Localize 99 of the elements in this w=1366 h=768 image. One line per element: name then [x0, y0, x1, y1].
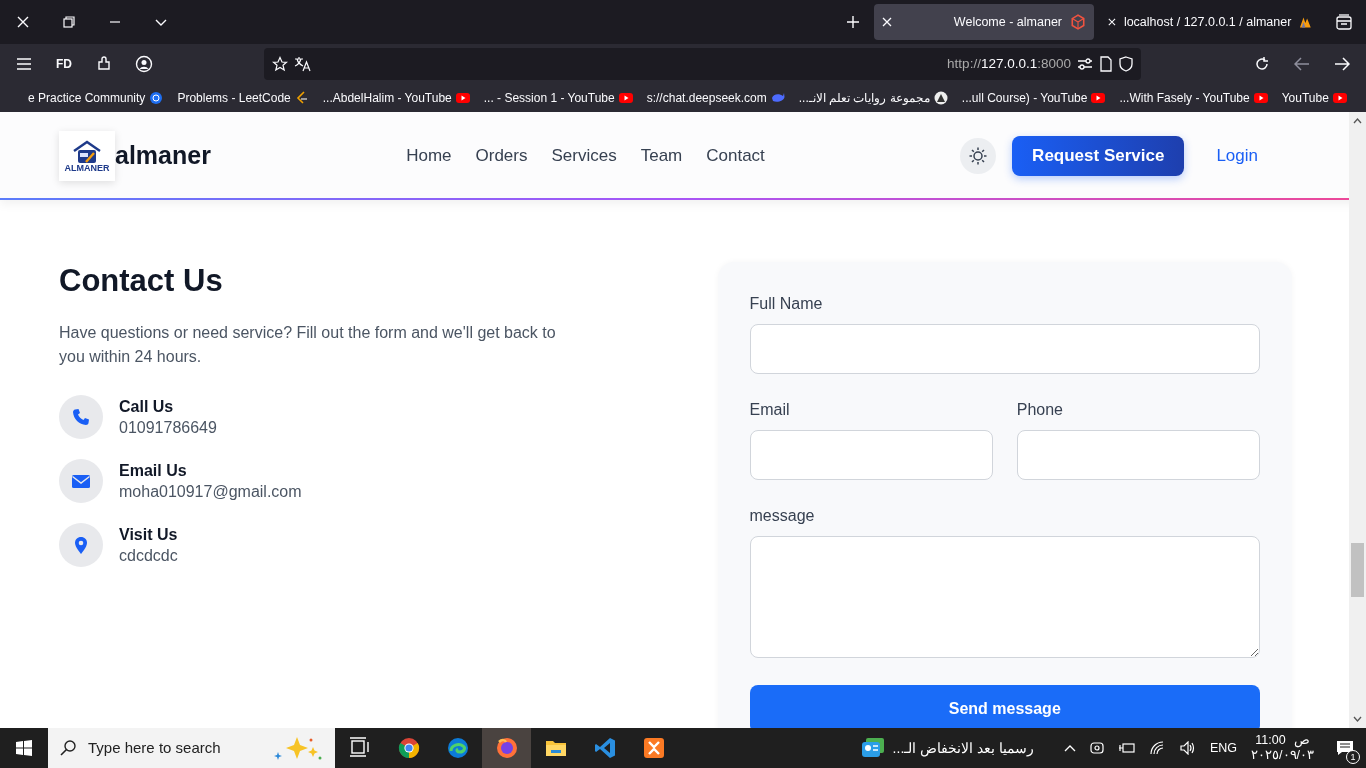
brand-name: almaner — [115, 140, 211, 172]
browser-tab[interactable]: Welcome - almaner — [874, 4, 1094, 40]
input-field[interactable] — [749, 324, 1260, 374]
taskbar-search-field[interactable]: Type here to search — [48, 728, 335, 768]
xampp-icon — [642, 737, 665, 759]
sail-icon — [1299, 14, 1312, 30]
restore-icon — [63, 16, 75, 28]
envelope-icon — [71, 472, 91, 490]
scrollbar-thumb[interactable] — [1351, 543, 1364, 597]
back-icon — [1294, 57, 1310, 71]
news-widget[interactable]: رسميا بعد الانخفاض الـ... — [860, 737, 1034, 759]
document-icon — [1099, 56, 1113, 72]
play-icon — [1253, 91, 1268, 105]
browser-tab[interactable]: localhost / 127.0.0.1 / almaner — [1100, 4, 1320, 40]
page-heading: Contact Us — [59, 262, 224, 300]
field-label: Phone — [1016, 400, 1064, 420]
nav-link[interactable]: Contact — [706, 143, 765, 169]
language-indicator[interactable]: ENG — [1209, 738, 1238, 758]
code-icon — [294, 91, 309, 105]
chevron-up-icon — [1063, 744, 1076, 752]
play-icon — [1332, 91, 1347, 105]
globe-icon — [149, 91, 164, 105]
field-label: message — [749, 506, 816, 526]
contact-label: Visit Us — [119, 525, 178, 546]
clock-date: ٢٠٢٥/٠٩/٠٣ — [1251, 748, 1314, 763]
camera-icon — [1089, 740, 1104, 756]
contact-label: Call Us — [119, 397, 175, 418]
input-field[interactable] — [749, 430, 993, 480]
map-pin-icon — [74, 535, 88, 555]
play-icon — [1091, 91, 1106, 105]
field-label: Email — [749, 400, 791, 420]
play-icon — [455, 91, 470, 105]
bookmark[interactable]: ...With Fasely - YouTube — [1119, 89, 1268, 107]
sparkle-icon — [273, 735, 323, 761]
contact-value: moha010917@gmail.com — [119, 482, 302, 503]
task-view-icon — [348, 737, 371, 759]
clock-period: ص — [1293, 733, 1310, 748]
login-link[interactable]: Login — [1216, 143, 1258, 169]
puzzle-icon — [96, 56, 112, 72]
contact-label: Email Us — [119, 461, 188, 482]
theme-toggle-button[interactable] — [960, 138, 997, 174]
edge-icon — [446, 737, 469, 759]
nav-link[interactable]: Home — [406, 143, 452, 169]
scroll-up-icon — [1353, 118, 1362, 124]
bookmark[interactable]: YouTube — [1281, 89, 1347, 107]
message-field[interactable] — [749, 536, 1260, 658]
reload-icon — [1254, 56, 1270, 72]
volume-icon — [1179, 741, 1196, 755]
shield-icon — [1119, 56, 1133, 72]
menu-icon — [17, 58, 31, 70]
translate-icon — [294, 56, 312, 72]
phone-icon — [72, 408, 90, 427]
bookmark[interactable]: Problems - LeetCode — [177, 89, 309, 107]
firefox-taskbar-button[interactable] — [482, 728, 531, 768]
close-icon — [1108, 17, 1116, 27]
hexagon-icon — [1070, 14, 1086, 30]
firefox-icon — [495, 737, 518, 759]
address-bar[interactable]: http://127.0.0.1:8000 — [264, 48, 1141, 80]
wifi-icon — [1149, 741, 1166, 755]
forward-icon — [1334, 57, 1350, 71]
extension-button[interactable]: FD — [48, 48, 80, 80]
chrome-icon — [397, 737, 420, 759]
field-label: Full Name — [749, 294, 824, 314]
input-field[interactable] — [1016, 430, 1260, 480]
bookmark[interactable]: ...ull Course) - YouTube — [961, 89, 1106, 107]
contact-value: 01091786649 — [119, 418, 217, 439]
nav-link[interactable]: Services — [551, 143, 617, 169]
contact-value: cdcdcdc — [119, 546, 178, 567]
nav-link[interactable]: Team — [640, 143, 683, 169]
windows-icon — [16, 740, 32, 756]
bookmark[interactable]: e Practice Community — [28, 89, 164, 107]
close-icon — [882, 17, 892, 27]
logo: ALMANER — [59, 131, 115, 181]
clock-time: 11:00 — [1255, 733, 1286, 748]
bookmark[interactable]: ...AbdelHalim - YouTube — [322, 89, 470, 107]
news-icon — [860, 737, 885, 759]
code-editor-icon — [593, 737, 616, 759]
scrollbar[interactable] — [1349, 112, 1366, 728]
bookmark[interactable]: مجموعة روايات تعلم الانـ... — [798, 89, 948, 107]
bookmark[interactable]: s://chat.deepseek.com — [646, 89, 785, 107]
notification-count: 1 — [1346, 750, 1360, 765]
request-service-button[interactable]: Request Service — [1012, 136, 1185, 176]
bookmark[interactable]: ... - Session 1 - YouTube — [483, 89, 633, 107]
tab-list-icon — [1336, 14, 1352, 30]
nav-link[interactable]: Orders — [475, 143, 528, 169]
search-icon — [60, 740, 76, 756]
new-tab-icon — [846, 15, 860, 29]
battery-icon — [1117, 742, 1136, 754]
url-text: http://127.0.0.1:8000 — [947, 54, 1071, 73]
send-message-button[interactable]: Send message — [749, 685, 1260, 728]
whale-icon — [770, 91, 785, 105]
scroll-down-icon — [1353, 716, 1362, 722]
close-icon — [17, 16, 29, 28]
star-icon — [272, 56, 288, 72]
play-icon — [618, 91, 633, 105]
sun-icon — [968, 146, 989, 166]
permissions-icon — [1077, 57, 1093, 71]
description-text: Have questions or need service? Fill out the form and we'll get back to you within 24 hours. — [59, 323, 557, 368]
account-icon — [135, 55, 153, 73]
